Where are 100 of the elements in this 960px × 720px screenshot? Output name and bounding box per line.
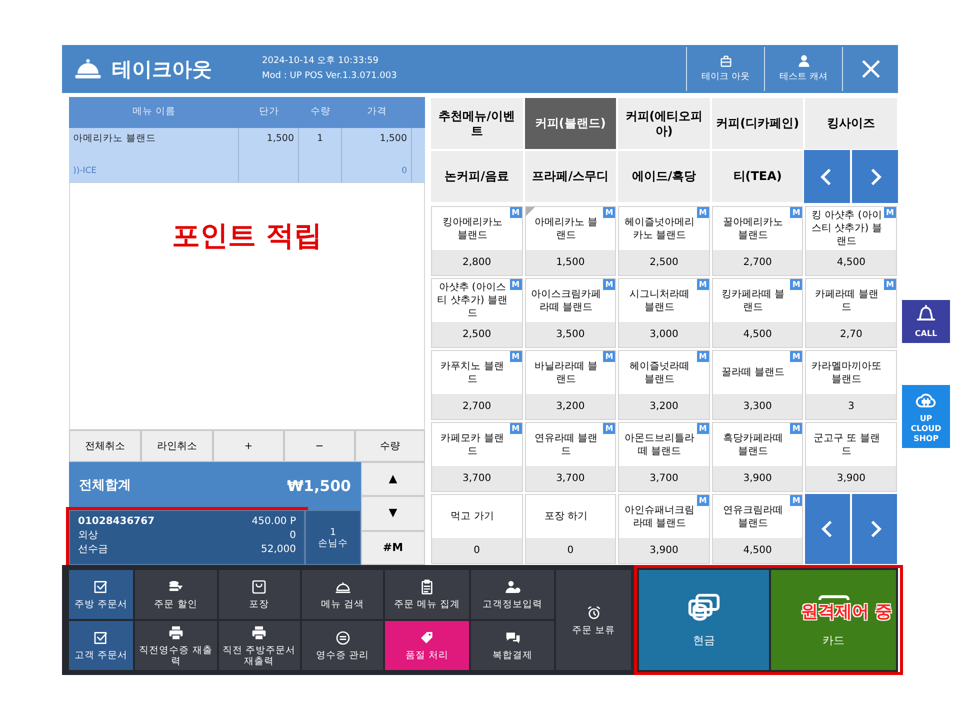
toolbar-button[interactable]: 고객정보입력 (470, 570, 554, 619)
menu-item[interactable]: 킹카페라떼 블랜드 4,500 M (712, 278, 804, 348)
toolbar-button[interactable]: 포장 (218, 570, 300, 619)
previous-button[interactable] (804, 150, 850, 203)
action-button[interactable]: + (213, 430, 284, 462)
menu-item[interactable]: 바닐라라떼 블랜드 3,200 M (524, 350, 616, 420)
item-name: 연유라떼 블랜드 (533, 432, 598, 458)
item-price: 2,800 (462, 256, 492, 270)
item-price: 2,500 (650, 256, 678, 270)
item-name: 카라멜마끼아또 블랜드 (810, 360, 883, 386)
receipt-icon (334, 630, 351, 646)
previous-button[interactable] (805, 494, 850, 564)
menu-item[interactable]: 아이스크림카페라떼 블랜드 3,500 M (524, 278, 616, 348)
menu-item[interactable]: 꿀라떼 블랜드 3,300 M (712, 350, 804, 420)
toolbar-button[interactable]: 메뉴 검색 (302, 570, 384, 619)
balance-value: 0 (290, 529, 296, 543)
category-tab[interactable]: 에이드/흑당 (617, 150, 711, 203)
menu-item[interactable]: 카푸치노 블랜드 2,700 M (431, 350, 523, 420)
menu-badge: M (790, 207, 802, 218)
guest-count: 1 (330, 526, 336, 538)
toolbar-button[interactable]: 주문 메뉴 집계 (385, 570, 469, 619)
category-tab[interactable]: 추천메뉴/이벤트 (430, 97, 524, 150)
category-tab[interactable]: 논커피/음료 (430, 150, 524, 203)
item-name: 시그니처라떼 블랜드 (628, 288, 690, 314)
toolbar-button[interactable]: 복합결제 (470, 621, 554, 670)
unit-price: 1,500 (266, 132, 294, 146)
menu-item[interactable]: 군고구 또 블랜드 3,900 (805, 422, 897, 492)
toolbar-button[interactable]: 영수증 관리 (302, 621, 384, 670)
menu-item[interactable]: 아몬드브리틀라떼 블랜드 3,700 M (618, 422, 710, 492)
menu-badge: M (884, 207, 896, 218)
menu-badge: M (696, 351, 709, 362)
item-name: 킹아메리카노 블랜드 (441, 216, 504, 242)
menu-item[interactable]: 아샷추 (아이스티 샷추가) 블랜드 2,500 M (431, 278, 523, 348)
toolbar-button[interactable]: 직전 주방주문서 재출력 (218, 621, 300, 670)
item-name: 카페모카 블랜드 (440, 432, 505, 458)
menu-item[interactable]: 카페라떼 블랜드 2,70 M (805, 278, 897, 348)
app-title: 테이크아웃 (112, 56, 213, 83)
item-price: 2,70 (840, 328, 862, 342)
menu-badge: M (696, 423, 709, 434)
toolbar-button[interactable]: 주문 보류 (556, 570, 631, 670)
category-tab[interactable]: 커피(에티오피아) (617, 97, 711, 150)
menu-item[interactable]: 킹아메리카노 블랜드 2,800 M (431, 206, 523, 276)
menu-item[interactable]: 헤이즐넛라떼 블랜드 3,200 M (618, 350, 710, 420)
side-button[interactable]: ▼ (361, 496, 425, 531)
menu-badge: M (790, 351, 802, 362)
item-name: 흑당카페라떼 블랜드 (722, 432, 784, 458)
menu-item[interactable]: 꿀아메리카노 블랜드 2,700 M (712, 206, 804, 276)
chat-bubbles-icon (504, 630, 521, 646)
menu-item[interactable]: 아메리카노 블랜드 1,500 M (524, 206, 616, 276)
menu-item[interactable]: 연유라떼 블랜드 3,700 M (524, 422, 616, 492)
toolbar-button[interactable]: 직전영수증 재출력 (135, 621, 216, 670)
item-name: 아이스크림카페라떼 블랜드 (530, 288, 602, 314)
action-button[interactable]: 라인취소 (141, 430, 213, 462)
category-tab[interactable]: 프라페/스무디 (524, 150, 618, 203)
menu-item[interactable]: 포장 하기 0 (524, 494, 616, 564)
item-price: 0 (567, 544, 574, 558)
item-price: 2,500 (462, 328, 492, 342)
category-tab[interactable]: 티(TEA) (710, 150, 804, 203)
action-button[interactable]: 수량 (355, 430, 425, 462)
balance-value: 52,000 (261, 543, 296, 557)
menu-item[interactable]: 카페모카 블랜드 3,700 M (431, 422, 523, 492)
item-price: 3,900 (650, 544, 678, 558)
toolbar-button[interactable]: 품절 처리 (385, 621, 469, 670)
side-button[interactable]: #M (361, 530, 425, 565)
menu-item[interactable]: 헤이즐넛아메리카노 블랜드 2,500 M (618, 206, 710, 276)
menu-item[interactable]: 아인슈패너크림라떼 블랜드 3,900 M (618, 494, 710, 564)
menu-badge: M (510, 207, 522, 218)
toolbar-button[interactable]: 주방 주문서 (69, 570, 134, 619)
item-name: 연유크림라떼 블랜드 (722, 504, 784, 530)
cashier-button[interactable]: 테스트 캐셔 (764, 47, 842, 91)
action-button[interactable]: 전체취소 (69, 430, 141, 462)
column-header: 수량 (310, 105, 332, 120)
category-tab[interactable]: 킹사이즈 (804, 97, 898, 150)
cash-button[interactable]: 현금 (639, 570, 769, 670)
item-name: 헤이즐넛라떼 블랜드 (628, 360, 690, 386)
menu-item[interactable]: 먹고 가기 0 (431, 494, 523, 564)
item-price: 3,200 (556, 400, 585, 414)
item-name: 킹카페라떼 블랜드 (720, 288, 786, 314)
cloud-shop-widget[interactable]: UP CLOUD SHOP (902, 385, 950, 448)
side-button[interactable]: ▲ (361, 462, 425, 496)
item-name: 바닐라라떼 블랜드 (533, 360, 598, 386)
item-quantity: 1 (316, 132, 324, 146)
menu-badge: M (603, 423, 616, 434)
toolbar-button[interactable]: 주문 할인 (135, 570, 216, 619)
category-tab[interactable]: 커피(디카페인) (710, 97, 804, 150)
order-row[interactable]: 아메리카노 블랜드 ))-ICE 1,500 1 1,500 0 (69, 128, 425, 183)
category-tab[interactable]: 커피(블랜드) (524, 97, 618, 150)
item-name: 아메리카노 블랜드 (533, 216, 598, 242)
action-button[interactable]: − (284, 430, 355, 462)
menu-item[interactable]: 흑당카페라떼 블랜드 3,900 M (712, 422, 804, 492)
menu-item[interactable]: 연유크림라떼 블랜드 4,500 M (712, 494, 804, 564)
item-name: 카페라떼 블랜드 (814, 288, 880, 314)
menu-item[interactable]: 시그니처라떼 블랜드 3,000 M (618, 278, 710, 348)
menu-item[interactable]: 킹 아샷추 (아이스티 샷추가) 블랜드 4,500 M (805, 206, 897, 276)
next-button[interactable] (852, 150, 898, 203)
takeout-button[interactable]: 테이크 아웃 (686, 47, 764, 91)
menu-item[interactable]: 카라멜마끼아또 블랜드 3 (805, 350, 897, 420)
toolbar-button[interactable]: 고객 주문서 (69, 621, 134, 670)
item-price: 0 (474, 544, 480, 558)
call-widget[interactable]: CALL (902, 300, 950, 343)
